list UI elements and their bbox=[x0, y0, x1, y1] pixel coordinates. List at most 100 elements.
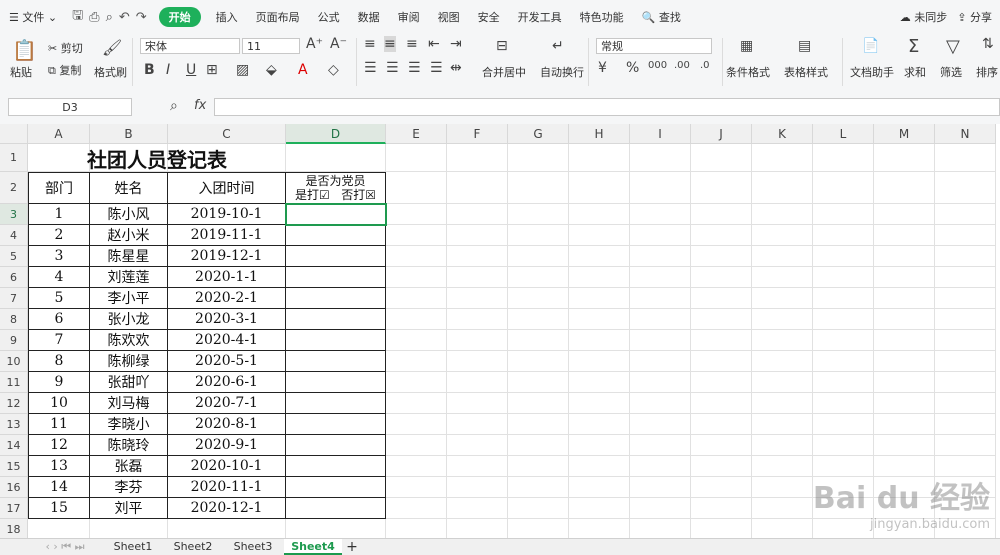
grid-cell[interactable] bbox=[691, 456, 752, 477]
grid-cell[interactable] bbox=[935, 414, 996, 435]
grid-cell[interactable] bbox=[813, 246, 874, 267]
row-header-13[interactable]: 13 bbox=[0, 414, 28, 435]
grid-cell[interactable] bbox=[569, 246, 630, 267]
grid-cell[interactable] bbox=[386, 288, 447, 309]
grid-cell[interactable] bbox=[630, 246, 691, 267]
grid-cell[interactable] bbox=[691, 246, 752, 267]
grid-cell[interactable] bbox=[935, 330, 996, 351]
clear-format-icon[interactable]: ◇ bbox=[328, 62, 339, 78]
column-header-E[interactable]: E bbox=[386, 124, 447, 144]
party-member-cell[interactable] bbox=[286, 309, 386, 330]
grid-cell[interactable] bbox=[386, 519, 447, 538]
grid-cell[interactable] bbox=[752, 288, 813, 309]
party-member-cell[interactable] bbox=[286, 414, 386, 435]
grid-cell[interactable] bbox=[874, 435, 935, 456]
format-painter-icon[interactable]: 🖌 bbox=[102, 38, 122, 57]
grid-cell[interactable] bbox=[813, 172, 874, 204]
font-size-select[interactable]: 11 bbox=[242, 38, 300, 54]
row-header-4[interactable]: 4 bbox=[0, 225, 28, 246]
grid-cell[interactable] bbox=[569, 372, 630, 393]
data-cell[interactable]: 2020-6-1 bbox=[168, 372, 286, 393]
file-menu[interactable]: ☰ 文件 ⌄ bbox=[0, 9, 66, 25]
grid-cell[interactable] bbox=[386, 372, 447, 393]
grid-cell[interactable] bbox=[386, 309, 447, 330]
grid-cell[interactable] bbox=[813, 309, 874, 330]
indent-right-icon[interactable]: ⇥ bbox=[450, 36, 462, 52]
header-cell[interactable]: 入团时间 bbox=[168, 172, 286, 204]
grid-cell[interactable] bbox=[935, 225, 996, 246]
format-painter-button[interactable]: 格式刷 bbox=[94, 64, 127, 80]
grid-cell[interactable] bbox=[813, 372, 874, 393]
data-cell[interactable]: 2020-3-1 bbox=[168, 309, 286, 330]
preview-icon[interactable]: ⌕ bbox=[106, 10, 113, 25]
grid-cell[interactable] bbox=[813, 267, 874, 288]
grid-cell[interactable] bbox=[386, 246, 447, 267]
grid-cell[interactable] bbox=[508, 351, 569, 372]
grid-cell[interactable] bbox=[508, 309, 569, 330]
grid-cell[interactable] bbox=[386, 267, 447, 288]
row-header-10[interactable]: 10 bbox=[0, 351, 28, 372]
column-header-A[interactable]: A bbox=[28, 124, 90, 144]
percent-icon[interactable]: % bbox=[626, 60, 639, 76]
column-header-J[interactable]: J bbox=[691, 124, 752, 144]
grid-cell[interactable] bbox=[386, 351, 447, 372]
grid-cell[interactable] bbox=[447, 393, 508, 414]
grid-cell[interactable] bbox=[935, 267, 996, 288]
grid-cell[interactable] bbox=[935, 372, 996, 393]
grid-cell[interactable] bbox=[752, 498, 813, 519]
data-cell[interactable]: 1 bbox=[28, 204, 90, 225]
grid-cell[interactable] bbox=[752, 309, 813, 330]
row-header-17[interactable]: 17 bbox=[0, 498, 28, 519]
column-header-H[interactable]: H bbox=[569, 124, 630, 144]
grid-cell[interactable] bbox=[752, 456, 813, 477]
tab-3[interactable]: 公式 bbox=[309, 9, 349, 25]
sort-button[interactable]: 排序 bbox=[976, 64, 998, 80]
data-cell[interactable]: 2020-12-1 bbox=[168, 498, 286, 519]
data-cell[interactable]: 2020-1-1 bbox=[168, 267, 286, 288]
grid-cell[interactable] bbox=[874, 309, 935, 330]
party-member-cell[interactable] bbox=[286, 456, 386, 477]
row-header-7[interactable]: 7 bbox=[0, 288, 28, 309]
column-header-N[interactable]: N bbox=[935, 124, 996, 144]
grid-cell[interactable] bbox=[508, 144, 569, 172]
grid-cell[interactable] bbox=[630, 414, 691, 435]
grid-cell[interactable] bbox=[569, 435, 630, 456]
data-cell[interactable]: 8 bbox=[28, 351, 90, 372]
copy-button[interactable]: ⧉ 复制 bbox=[48, 62, 81, 78]
grid-cell[interactable] bbox=[508, 498, 569, 519]
grid-cell[interactable] bbox=[813, 351, 874, 372]
grid-cell[interactable] bbox=[752, 393, 813, 414]
grid-cell[interactable] bbox=[569, 456, 630, 477]
grid-cell[interactable] bbox=[630, 498, 691, 519]
grid-cell[interactable] bbox=[569, 267, 630, 288]
grid-cell[interactable] bbox=[630, 288, 691, 309]
align-right-icon[interactable]: ☰ bbox=[408, 60, 421, 76]
grid-cell[interactable] bbox=[569, 519, 630, 538]
party-member-cell[interactable] bbox=[286, 435, 386, 456]
grid-cell[interactable] bbox=[508, 225, 569, 246]
grid-cell[interactable] bbox=[752, 225, 813, 246]
data-cell[interactable]: 2 bbox=[28, 225, 90, 246]
grid-cell[interactable] bbox=[508, 330, 569, 351]
sheet-tab-sheet1[interactable]: Sheet1 bbox=[104, 539, 162, 555]
grid-cell[interactable] bbox=[569, 288, 630, 309]
row-header-5[interactable]: 5 bbox=[0, 246, 28, 267]
grid-cell[interactable] bbox=[813, 414, 874, 435]
fx-icon[interactable]: fx bbox=[194, 98, 206, 113]
grid-cell[interactable] bbox=[447, 351, 508, 372]
row-header-14[interactable]: 14 bbox=[0, 435, 28, 456]
grid-cell[interactable] bbox=[691, 435, 752, 456]
grid-cell[interactable] bbox=[508, 414, 569, 435]
grid-cell[interactable] bbox=[630, 144, 691, 172]
party-member-cell[interactable] bbox=[286, 372, 386, 393]
grid-cell[interactable] bbox=[447, 204, 508, 225]
grid-cell[interactable] bbox=[935, 246, 996, 267]
column-header-B[interactable]: B bbox=[90, 124, 168, 144]
row-header-2[interactable]: 2 bbox=[0, 172, 28, 204]
column-header-M[interactable]: M bbox=[874, 124, 935, 144]
increase-font-icon[interactable]: A⁺ bbox=[306, 36, 323, 52]
data-cell[interactable]: 李芬 bbox=[90, 477, 168, 498]
grid-cell[interactable] bbox=[813, 435, 874, 456]
grid-cell[interactable] bbox=[874, 204, 935, 225]
grid-cell[interactable] bbox=[630, 435, 691, 456]
